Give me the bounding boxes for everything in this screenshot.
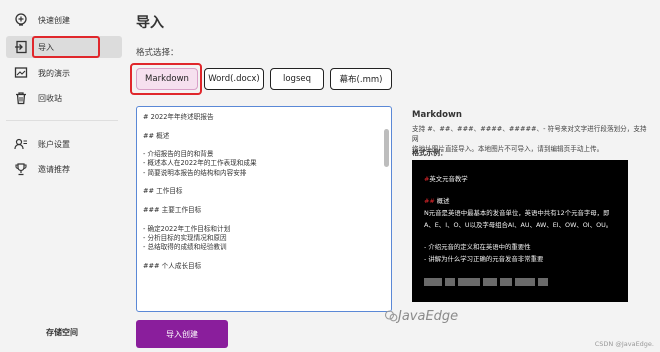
editor-line: - 总结取得的成绩和经验教训 [143, 243, 227, 252]
description-line: 支持 #、##、###、####、#####、- 符号来对文字进行段落划分，支持… [412, 125, 647, 143]
wechat-icon [384, 310, 398, 322]
account-icon [12, 135, 30, 153]
sidebar-item-label: 我的演示 [38, 68, 70, 78]
import-create-button[interactable]: 导入创建 [136, 320, 228, 348]
trash-icon [12, 89, 30, 107]
bulb-plus-icon [12, 11, 30, 29]
format-info-description: 支持 #、##、###、####、#####、- 符号来对文字进行段落划分，支持… [412, 124, 652, 154]
format-word-button[interactable]: Word(.docx) [204, 68, 264, 90]
markdown-editor[interactable]: # 2022年年终述职报告 ## 概述 - 介绍报告的目的和背景 - 概述本人在2… [136, 106, 392, 312]
slides-icon [12, 64, 30, 82]
editor-line: - 分析目标的实现情况和原因 [143, 233, 227, 242]
sidebar: 快速创建 导入 我的演示 回收站 账户设置 邀请推荐 存储空间 [0, 0, 124, 352]
import-highlight-outline [32, 36, 100, 58]
sidebar-item-my-slides[interactable]: 我的演示 [6, 62, 122, 84]
sidebar-item-label: 邀请推荐 [38, 164, 70, 174]
editor-line: - 概述本人在2022年的工作表现和成果 [143, 159, 257, 168]
storage-label[interactable]: 存储空间 [0, 327, 124, 338]
format-info-title: Markdown [412, 110, 462, 120]
format-mubu-button[interactable]: 幕布(.mm) [330, 68, 392, 90]
credit-text: CSDN @JavaEdge. [594, 340, 654, 348]
example-text: 英文元音教学 [429, 175, 468, 183]
example-line: #英文元音教学 [424, 174, 468, 185]
sidebar-item-account-settings[interactable]: 账户设置 [6, 133, 122, 155]
blurred-text [424, 278, 574, 288]
description-line: 络地址图片直接导入。本地图片不可导入，请到编辑页手动上传。 [412, 145, 604, 153]
sidebar-item-label: 快速创建 [38, 15, 70, 25]
import-icon [12, 38, 30, 56]
sidebar-item-quick-create[interactable]: 快速创建 [6, 9, 122, 31]
sidebar-item-label: 账户设置 [38, 139, 70, 149]
sidebar-divider [6, 120, 118, 121]
example-line: - 介绍元音的定义和在英语中的重要性 [424, 243, 531, 251]
format-highlight-outline [130, 63, 202, 95]
editor-line: - 简要说明本报告的结构和内容安排 [143, 168, 247, 177]
main-panel: 导入 格式选择： Markdown Word(.docx) logseq 幕布(… [124, 0, 660, 352]
editor-line: ## 工作目标 [143, 187, 183, 196]
sidebar-item-invite[interactable]: 邀请推荐 [6, 158, 122, 180]
trophy-icon [12, 160, 30, 178]
editor-line: ### 主要工作目标 [143, 205, 202, 214]
format-label: 格式选择： [136, 48, 179, 58]
example-line: - 讲解为什么学习正确的元音发音非常重要 [424, 255, 544, 263]
editor-line: # 2022年年终述职报告 [143, 113, 214, 121]
editor-line: ### 个人成长目标 [143, 261, 202, 270]
format-logseq-button[interactable]: logseq [270, 68, 324, 90]
example-line: A、E、I、O、U以及字母组合AI、AU、AW、EI、OW、OI、OU。 [424, 221, 613, 229]
editor-line: ## 概述 [143, 131, 170, 140]
example-hash: ## [424, 197, 435, 205]
format-example-box: #英文元音教学 ## 概述 N元音是英语中最基本的发音单位，英语中共有12个元音… [412, 160, 628, 302]
editor-content: # 2022年年终述职报告 ## 概述 - 介绍报告的目的和背景 - 概述本人在2… [143, 113, 379, 271]
example-line: ## 概述 [424, 196, 450, 207]
example-label: 格式示例： [412, 149, 447, 157]
page-title: 导入 [136, 15, 164, 31]
editor-line: - 确定2022年工作目标和计划 [143, 224, 231, 233]
sidebar-item-label: 回收站 [38, 93, 62, 103]
example-text: 概述 [434, 197, 450, 205]
sidebar-item-trash[interactable]: 回收站 [6, 87, 122, 109]
example-line: N元音是英语中最基本的发音单位，英语中共有12个元音字母，即 [424, 209, 610, 217]
editor-scrollbar[interactable] [384, 129, 389, 167]
watermark: JavaEdge [398, 309, 459, 324]
